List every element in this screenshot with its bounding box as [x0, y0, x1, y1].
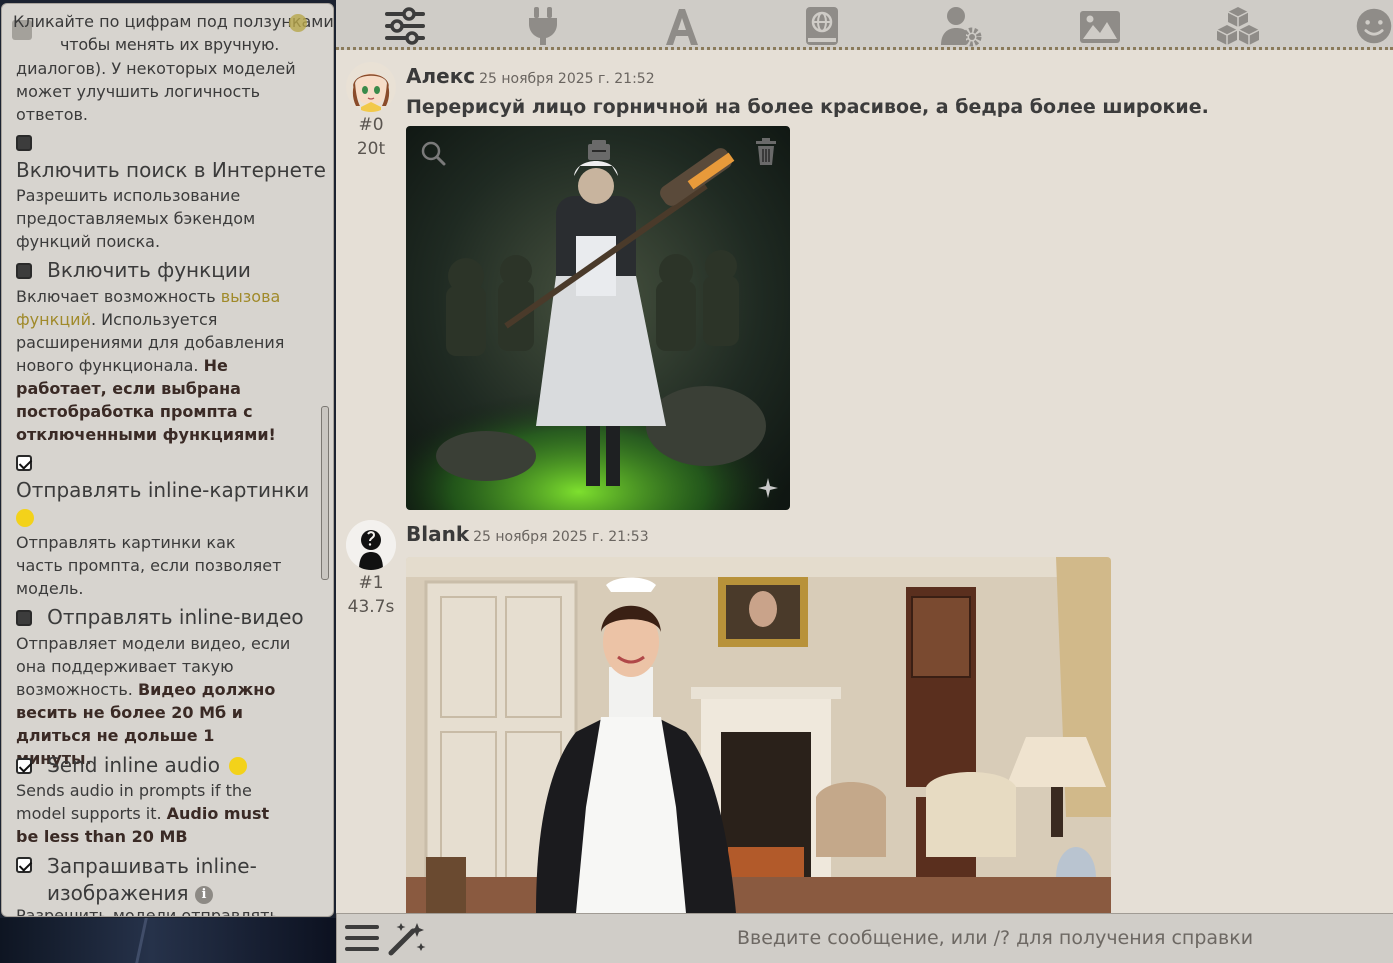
inline-images-hint — [16, 507, 34, 527]
message-0-time: 25 ноября 2025 г. 21:52 — [479, 71, 655, 87]
request-images-desc: Разрешить модели отправлять — [16, 906, 279, 917]
options-menu-icon[interactable] — [345, 923, 379, 957]
background-wallpaper — [0, 918, 336, 963]
settings-scrollbar[interactable] — [321, 406, 329, 580]
message-1-time: 25 ноября 2025 г. 21:53 — [473, 529, 649, 545]
option-request-images — [16, 854, 32, 873]
inline-audio-desc: Sends audio in prompts if the model supp… — [16, 779, 291, 848]
inline-images-checkbox[interactable] — [16, 454, 32, 471]
sparkle-icon — [758, 478, 778, 502]
top-navigation-bar — [336, 0, 1393, 50]
inline-video-checkbox[interactable] — [16, 609, 32, 626]
functions-desc: Включает возможность вызова функций. Исп… — [16, 285, 291, 446]
message-1-author[interactable]: Blank — [406, 522, 469, 546]
hint-text-line-2: чтобы менять их вручную. — [60, 35, 280, 54]
panel-pin-icon[interactable] — [289, 14, 307, 32]
image-icon[interactable] — [1078, 5, 1122, 47]
message-0-tokens: 20t — [356, 139, 386, 159]
web-search-checkbox[interactable] — [16, 134, 32, 151]
message-1-duration: 43.7s — [347, 597, 395, 617]
request-images-info-icon[interactable]: i — [194, 885, 213, 904]
functions-checkbox[interactable] — [16, 262, 32, 279]
plug-icon[interactable] — [521, 5, 565, 47]
inline-audio-info-dot-icon[interactable] — [229, 756, 248, 775]
avatar-user[interactable] — [346, 62, 396, 112]
message-0-header: Алекс 25 ноября 2025 г. 21:52 — [406, 64, 655, 88]
inline-images-title: Отправлять inline-картинки — [16, 478, 310, 502]
inline-video-desc: Отправляет модели видео, если она поддер… — [16, 632, 291, 770]
message-1-id: #1 — [358, 573, 384, 593]
sliders-icon[interactable] — [383, 5, 427, 47]
cubes-icon[interactable] — [1216, 5, 1260, 47]
font-icon[interactable] — [660, 5, 704, 47]
caption-icon[interactable] — [586, 138, 612, 168]
delete-image-icon[interactable] — [754, 138, 778, 170]
message-0-image[interactable] — [406, 126, 790, 510]
avatar-bot[interactable] — [346, 520, 396, 570]
option-functions: Включить функции — [16, 257, 251, 284]
message-0-text: Перерисуй лицо горничной на более красив… — [406, 96, 1209, 118]
option-inline-audio: Send inline audio — [16, 752, 248, 779]
inline-audio-checkbox[interactable] — [16, 757, 32, 774]
request-images-title: Запрашивать inline-изображения i — [47, 853, 277, 907]
inline-images-desc: Отправлять картинки как часть промпта, е… — [16, 533, 282, 598]
message-1-image[interactable] — [406, 557, 1111, 913]
hint-text-line-1: Кликайте по цифрам под ползунками, — [13, 12, 334, 31]
inline-video-title: Отправлять inline-видео — [47, 605, 304, 629]
inline-images-info-dot-icon[interactable] — [16, 508, 34, 527]
message-0-author[interactable]: Алекс — [406, 64, 475, 88]
functions-title: Включить функции — [47, 258, 251, 282]
inline-audio-title: Send inline audio — [47, 753, 220, 777]
smile-icon[interactable] — [1354, 5, 1393, 47]
request-images-title-text: Запрашивать inline-изображения — [47, 854, 257, 905]
message-1-header: Blank 25 ноября 2025 г. 21:53 — [406, 522, 649, 546]
option-inline-video: Отправлять inline-видео — [16, 604, 304, 631]
option-web-search — [16, 132, 32, 151]
settings-panel: Кликайте по цифрам под ползунками, чтобы… — [1, 3, 334, 917]
message-input[interactable]: Введите сообщение, или /? для получения … — [737, 927, 1253, 949]
zoom-icon[interactable] — [420, 140, 446, 170]
user-cog-icon[interactable] — [939, 5, 983, 47]
web-search-desc: Разрешить использование предоставляемых … — [16, 186, 256, 251]
message-input-bar: Введите сообщение, или /? для получения … — [336, 913, 1393, 963]
request-images-checkbox[interactable] — [16, 856, 32, 873]
previous-option-desc: диалогов). У некоторых моделей может улу… — [16, 59, 296, 124]
functions-desc-text: Включает возможность — [16, 287, 221, 306]
web-search-title: Включить поиск в Интернете — [16, 158, 326, 182]
message-0-id: #0 — [358, 115, 384, 135]
magic-wand-icon[interactable] — [387, 921, 427, 961]
option-inline-images — [16, 452, 32, 471]
book-globe-icon[interactable] — [799, 5, 843, 47]
wallpaper-streak — [135, 918, 148, 963]
